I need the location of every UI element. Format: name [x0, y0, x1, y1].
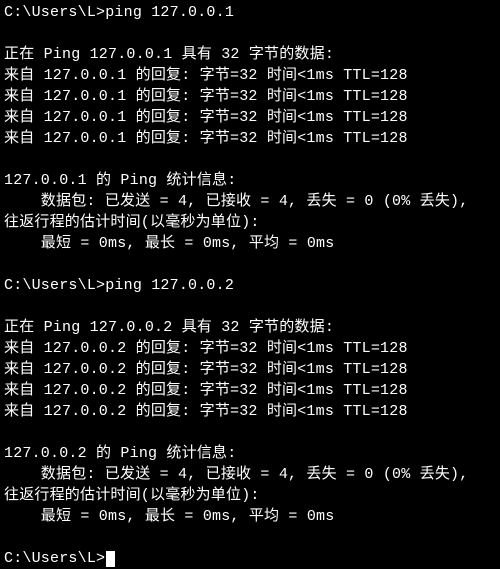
- blank-line: [4, 23, 496, 44]
- stats-header: 127.0.0.1 的 Ping 统计信息:: [4, 170, 496, 191]
- ping-reply: 来自 127.0.0.1 的回复: 字节=32 时间<1ms TTL=128: [4, 128, 496, 149]
- command-prompt-line: C:\Users\L>ping 127.0.0.1: [4, 2, 496, 23]
- stats-packets: 数据包: 已发送 = 4, 已接收 = 4, 丢失 = 0 (0% 丢失),: [4, 464, 496, 485]
- stats-header: 127.0.0.2 的 Ping 统计信息:: [4, 443, 496, 464]
- rtt-header: 往返行程的估计时间(以毫秒为单位):: [4, 212, 496, 233]
- blank-line: [4, 296, 496, 317]
- stats-packets: 数据包: 已发送 = 4, 已接收 = 4, 丢失 = 0 (0% 丢失),: [4, 191, 496, 212]
- ping-reply: 来自 127.0.0.1 的回复: 字节=32 时间<1ms TTL=128: [4, 65, 496, 86]
- command-prompt-line: C:\Users\L>ping 127.0.0.2: [4, 275, 496, 296]
- blank-line: [4, 527, 496, 548]
- terminal-window[interactable]: C:\Users\L>ping 127.0.0.1 正在 Ping 127.0.…: [4, 2, 496, 569]
- active-prompt-line[interactable]: C:\Users\L>: [4, 548, 496, 569]
- ping-reply: 来自 127.0.0.2 的回复: 字节=32 时间<1ms TTL=128: [4, 401, 496, 422]
- ping-reply: 来自 127.0.0.2 的回复: 字节=32 时间<1ms TTL=128: [4, 338, 496, 359]
- rtt-header: 往返行程的估计时间(以毫秒为单位):: [4, 485, 496, 506]
- cursor-icon: [106, 551, 115, 567]
- blank-line: [4, 254, 496, 275]
- ping-header: 正在 Ping 127.0.0.2 具有 32 字节的数据:: [4, 317, 496, 338]
- rtt-values: 最短 = 0ms, 最长 = 0ms, 平均 = 0ms: [4, 506, 496, 527]
- blank-line: [4, 149, 496, 170]
- ping-reply: 来自 127.0.0.2 的回复: 字节=32 时间<1ms TTL=128: [4, 359, 496, 380]
- ping-reply: 来自 127.0.0.2 的回复: 字节=32 时间<1ms TTL=128: [4, 380, 496, 401]
- prompt-text: C:\Users\L>: [4, 550, 105, 567]
- ping-header: 正在 Ping 127.0.0.1 具有 32 字节的数据:: [4, 44, 496, 65]
- blank-line: [4, 422, 496, 443]
- ping-reply: 来自 127.0.0.1 的回复: 字节=32 时间<1ms TTL=128: [4, 86, 496, 107]
- rtt-values: 最短 = 0ms, 最长 = 0ms, 平均 = 0ms: [4, 233, 496, 254]
- ping-reply: 来自 127.0.0.1 的回复: 字节=32 时间<1ms TTL=128: [4, 107, 496, 128]
